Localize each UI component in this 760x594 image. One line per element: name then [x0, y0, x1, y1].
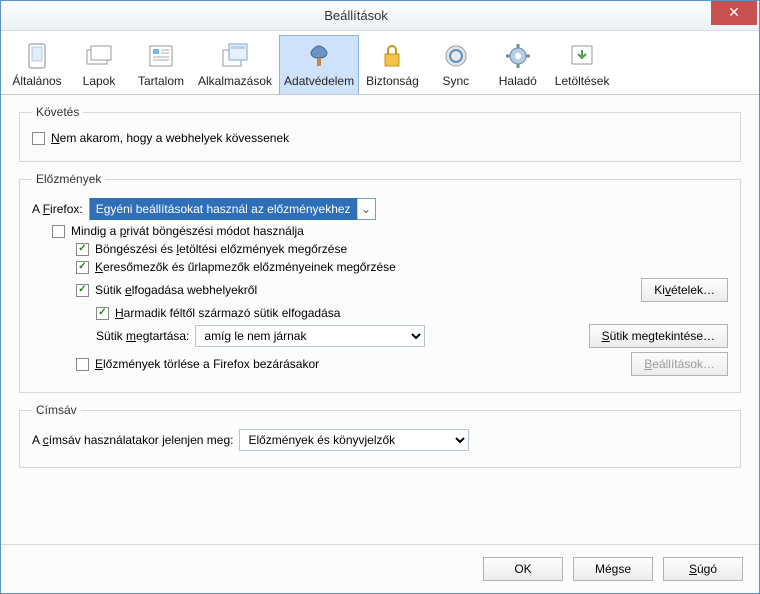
category-toolbar: Általános Lapok Tartalom Alkalmazások Ad… — [1, 31, 759, 95]
tab-security[interactable]: Biztonság — [361, 35, 424, 94]
third-party-checkbox[interactable] — [96, 307, 109, 320]
always-private-label: Mindig a privát böngészési módot használ… — [71, 224, 304, 238]
titlebar: Beállítások ✕ — [1, 1, 759, 31]
tab-privacy-label: Adatvédelem — [284, 74, 354, 88]
tab-sync-label: Sync — [442, 74, 469, 88]
chevron-down-icon: ⌄ — [357, 199, 375, 219]
tab-applications-label: Alkalmazások — [198, 74, 272, 88]
gear-icon — [502, 40, 534, 72]
always-private-checkbox[interactable] — [52, 225, 65, 238]
tracking-group: Követés Nem akarom, hogy a webhelyek köv… — [19, 105, 741, 162]
applications-icon — [219, 40, 251, 72]
settings-window: Beállítások ✕ Általános Lapok Tartalom — [0, 0, 760, 594]
tab-general-label: Általános — [12, 74, 61, 88]
sync-icon — [440, 40, 472, 72]
third-party-label: Harmadik féltől származó sütik elfogadás… — [115, 306, 340, 320]
tab-general[interactable]: Általános — [7, 35, 67, 94]
remember-search-checkbox[interactable] — [76, 261, 89, 274]
tracking-checkbox[interactable] — [32, 132, 45, 145]
locationbar-group: Címsáv A címsáv használatakor jelenjen m… — [19, 403, 741, 468]
dialog-footer: OK Mégse Súgó — [1, 544, 759, 593]
security-icon — [376, 40, 408, 72]
close-button[interactable]: ✕ — [711, 1, 757, 25]
locationbar-label: A címsáv használatakor jelenjen meg: — [32, 433, 233, 447]
tab-advanced[interactable]: Haladó — [488, 35, 548, 94]
close-icon: ✕ — [728, 4, 740, 21]
tab-privacy[interactable]: Adatvédelem — [279, 35, 359, 94]
clear-settings-button: Beállítások… — [631, 352, 728, 376]
tab-tabs[interactable]: Lapok — [69, 35, 129, 94]
downloads-icon — [566, 40, 598, 72]
history-legend: Előzmények — [32, 172, 105, 186]
content-icon — [145, 40, 177, 72]
panel-body: Követés Nem akarom, hogy a webhelyek köv… — [1, 95, 759, 544]
tab-applications[interactable]: Alkalmazások — [193, 35, 277, 94]
tracking-label: Nem akarom, hogy a webhelyek kövessenek — [51, 131, 289, 145]
keep-until-label: Sütik megtartása: — [96, 329, 189, 343]
history-group: Előzmények A Firefox: Egyéni beállítások… — [19, 172, 741, 393]
remember-search-label: Keresőmezők és űrlapmezők előzményeinek … — [95, 260, 396, 274]
tab-security-label: Biztonság — [366, 74, 419, 88]
tab-content-label: Tartalom — [138, 74, 184, 88]
tab-downloads-label: Letöltések — [555, 74, 610, 88]
window-title: Beállítások — [1, 8, 711, 23]
tab-advanced-label: Haladó — [499, 74, 537, 88]
cancel-button[interactable]: Mégse — [573, 557, 653, 581]
tab-content[interactable]: Tartalom — [131, 35, 191, 94]
tab-sync[interactable]: Sync — [426, 35, 486, 94]
locationbar-legend: Címsáv — [32, 403, 81, 417]
tab-tabs-label: Lapok — [83, 74, 116, 88]
privacy-icon — [303, 40, 335, 72]
locationbar-select[interactable]: Előzmények és könyvjelzők — [239, 429, 469, 451]
accept-cookies-checkbox[interactable] — [76, 284, 89, 297]
firefox-label: A Firefox: — [32, 202, 83, 216]
history-mode-dropdown[interactable]: Egyéni beállításokat használ az előzmény… — [89, 198, 376, 220]
remember-browsing-label: Böngészési és letöltési előzmények megőr… — [95, 242, 347, 256]
general-icon — [21, 40, 53, 72]
clear-on-close-checkbox[interactable] — [76, 358, 89, 371]
keep-until-select[interactable]: amíg le nem járnak — [195, 325, 425, 347]
show-cookies-button[interactable]: Sütik megtekintése… — [589, 324, 728, 348]
clear-on-close-label: Előzmények törlése a Firefox bezárásakor — [95, 357, 319, 371]
help-button[interactable]: Súgó — [663, 557, 743, 581]
tab-downloads[interactable]: Letöltések — [550, 35, 615, 94]
exceptions-button[interactable]: Kivételek… — [641, 278, 728, 302]
accept-cookies-label: Sütik elfogadása webhelyekről — [95, 283, 257, 297]
ok-button[interactable]: OK — [483, 557, 563, 581]
tracking-legend: Követés — [32, 105, 83, 119]
tabs-icon — [83, 40, 115, 72]
remember-browsing-checkbox[interactable] — [76, 243, 89, 256]
history-mode-selected: Egyéni beállításokat használ az előzmény… — [90, 198, 357, 220]
